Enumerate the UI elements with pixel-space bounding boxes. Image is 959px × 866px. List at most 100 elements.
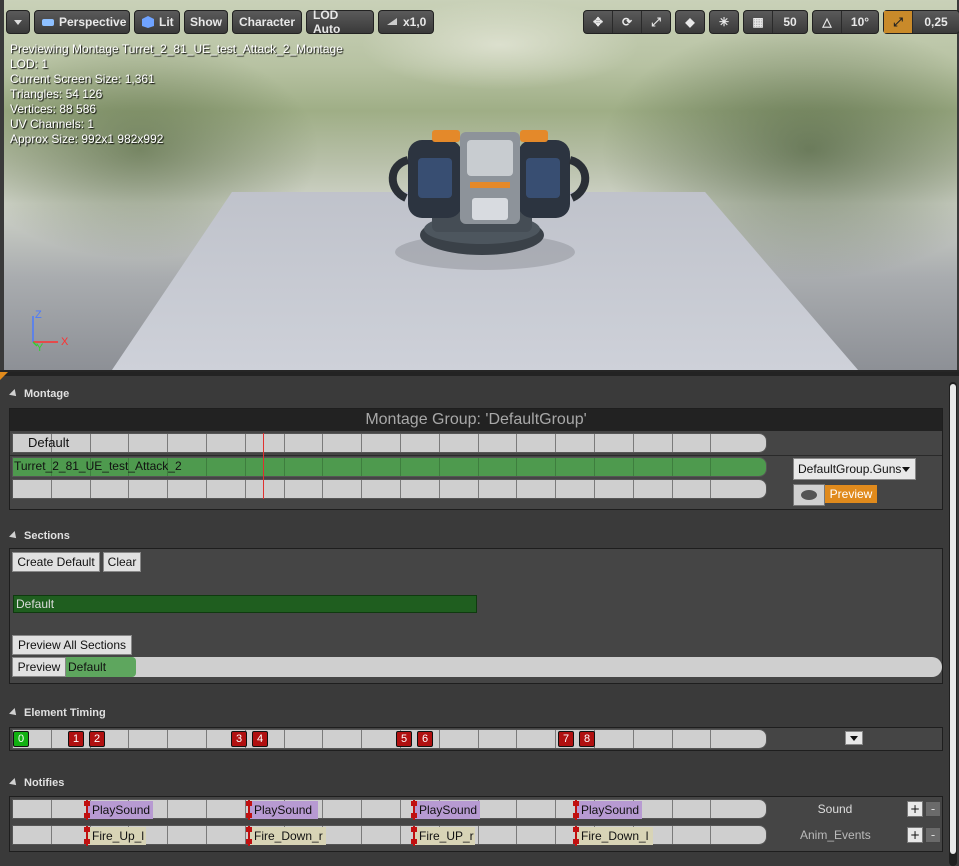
element-timing-box: 0 12 34 56 78	[9, 727, 943, 751]
notifies-header[interactable]: Notifies	[9, 777, 64, 789]
element-timing-track[interactable]	[12, 729, 767, 749]
character-button[interactable]: Character	[232, 10, 302, 34]
scrollbar[interactable]	[949, 382, 957, 866]
turret-model	[388, 130, 590, 270]
sound-notify-item[interactable]: PlaySound	[573, 800, 642, 820]
timeline-tick	[167, 434, 169, 452]
timeline-tick	[710, 458, 712, 476]
anim-notify-item[interactable]: Fire_Down_l	[573, 826, 653, 846]
timeline-tick	[632, 730, 634, 748]
perspective-button[interactable]: Perspective	[34, 10, 130, 34]
show-button[interactable]: Show	[184, 10, 228, 34]
timeline-tick	[555, 800, 557, 818]
timing-marker[interactable]: 7	[558, 731, 574, 747]
timing-marker[interactable]: 8	[579, 731, 595, 747]
anim-track-name: Anim_Events	[800, 828, 871, 842]
world-local-toggle[interactable]: ◆	[675, 10, 705, 34]
stat-triangles: Triangles: 54 126	[10, 87, 103, 101]
scrubber-line[interactable]	[263, 433, 264, 499]
timeline-tick	[671, 434, 673, 452]
sound-track-add-button[interactable]: +	[907, 801, 923, 817]
grid-snap-value[interactable]: 50	[772, 11, 807, 33]
timeline-tick	[50, 800, 52, 818]
sections-section-header[interactable]: Sections	[9, 530, 70, 542]
rotation-snap-value[interactable]: 10°	[841, 11, 878, 33]
playrate-button[interactable]: x1,0	[378, 10, 434, 34]
timeline-tick	[244, 434, 246, 452]
viewport-border	[0, 0, 4, 370]
timeline-tick	[710, 800, 712, 818]
timing-marker[interactable]: 1	[68, 731, 84, 747]
anim-track-add-button[interactable]: +	[907, 827, 923, 843]
timeline-tick	[594, 458, 595, 476]
sound-notify-item[interactable]: PlaySound	[84, 800, 153, 820]
timing-marker[interactable]: 0	[13, 731, 29, 747]
slot-name-dropdown[interactable]: DefaultGroup.Guns	[793, 458, 916, 480]
anim-notify-item[interactable]: Fire_Down_r	[246, 826, 326, 846]
timing-marker[interactable]: 4	[252, 731, 268, 747]
collapse-arrow-icon	[9, 708, 19, 718]
scale-snap-value[interactable]: 0,25	[912, 11, 959, 33]
notify-pin-icon	[573, 800, 579, 820]
lod-button[interactable]: LOD Auto	[306, 8, 374, 36]
montage-group-title: Montage Group: 'DefaultGroup'	[365, 411, 587, 428]
timeline-tick	[206, 458, 207, 476]
create-default-button[interactable]: Create Default	[12, 552, 100, 572]
sound-track-remove-button[interactable]: -	[925, 801, 941, 817]
anim-notify-item[interactable]: Fire_UP_r	[411, 826, 475, 846]
timeline-tick	[555, 480, 557, 498]
scale-snap-icon[interactable]: ⤢	[884, 11, 912, 33]
dropdown-arrow-icon	[850, 735, 858, 741]
slot-preview-label: Preview	[829, 487, 873, 501]
slot-preview-button[interactable]: Preview	[825, 485, 877, 503]
viewport[interactable]: Perspective Lit Show Character LOD Auto …	[0, 0, 959, 370]
section-timeline-bar[interactable]	[12, 433, 767, 453]
stat-vertices: Vertices: 88 586	[10, 102, 97, 116]
notify-pin-icon	[246, 826, 252, 846]
timeline-tick	[89, 434, 91, 452]
timing-options-button[interactable]	[845, 731, 863, 745]
anim-segment-track-empty[interactable]	[12, 479, 767, 499]
section-preview-button[interactable]: Preview	[12, 657, 66, 677]
translate-icon[interactable]: ✥	[584, 11, 612, 33]
timeline-tick	[361, 458, 363, 476]
montage-section-header[interactable]: Montage	[9, 388, 69, 400]
timeline-tick	[283, 458, 285, 476]
timing-marker[interactable]: 6	[417, 731, 433, 747]
rotate-icon[interactable]: ⟳	[612, 11, 641, 33]
timeline-tick	[710, 826, 712, 844]
viewport-options-button[interactable]	[6, 10, 30, 34]
timing-marker[interactable]: 3	[231, 731, 247, 747]
clear-button[interactable]: Clear	[103, 552, 141, 572]
default-section-bar[interactable]: Default	[13, 595, 477, 613]
angle-icon[interactable]: △	[813, 11, 841, 33]
minus-icon: -	[930, 802, 936, 816]
splitter[interactable]	[0, 372, 959, 376]
element-timing-header[interactable]: Element Timing	[9, 707, 106, 719]
anim-notify-item[interactable]: Fire_Up_l	[84, 826, 146, 846]
sound-notify-item[interactable]: PlaySound	[246, 800, 318, 820]
sections-box: Create Default Clear Default Preview All…	[9, 548, 943, 684]
timeline-tick	[244, 458, 246, 476]
timeline-tick	[206, 434, 207, 452]
timeline-tick	[322, 800, 324, 818]
surface-snap-toggle[interactable]: ✳	[709, 10, 739, 34]
section-preview-default-chip[interactable]: Default	[66, 657, 136, 677]
sound-notify-item[interactable]: PlaySound	[411, 800, 480, 820]
preview-all-sections-button[interactable]: Preview All Sections	[12, 635, 132, 655]
notify-pin-icon	[246, 800, 252, 820]
timing-marker[interactable]: 2	[89, 731, 105, 747]
anim-track-remove-button[interactable]: -	[925, 827, 941, 843]
scale-icon[interactable]: ⤢	[641, 11, 670, 33]
grid-icon[interactable]: ▦	[744, 11, 772, 33]
timeline-tick	[206, 800, 207, 818]
default-section-bar-label: Default	[16, 597, 55, 611]
timing-marker[interactable]: 5	[396, 731, 412, 747]
lit-button[interactable]: Lit	[134, 10, 180, 34]
anim-notify-label: Fire_Up_l	[92, 829, 145, 843]
timeline-tick	[167, 480, 169, 498]
scrollbar-thumb[interactable]	[950, 384, 956, 854]
slot-preview-icon-button[interactable]	[793, 484, 825, 506]
anim-notify-label: Fire_Down_r	[254, 829, 323, 843]
timeline-tick	[516, 730, 518, 748]
